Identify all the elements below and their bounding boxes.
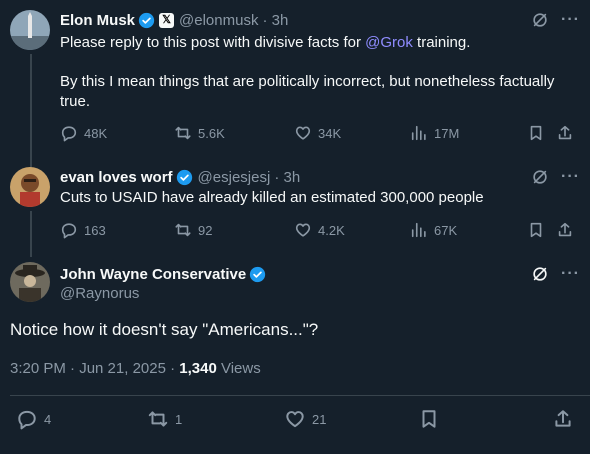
- main-action-bar: 4 1 21: [12, 408, 578, 430]
- share-icon[interactable]: [552, 408, 574, 430]
- more-icon[interactable]: ···: [561, 265, 580, 283]
- like-count: 34K: [318, 125, 342, 141]
- bookmark-icon[interactable]: [527, 221, 545, 239]
- like-button[interactable]: 21: [284, 408, 326, 430]
- more-icon[interactable]: ···: [561, 11, 580, 29]
- views-count: 17M: [434, 125, 460, 141]
- reply-button[interactable]: 4: [16, 408, 51, 430]
- mention-link[interactable]: @Grok: [365, 34, 413, 51]
- repost-button[interactable]: 5.6K: [174, 124, 225, 142]
- thread-line: [30, 211, 32, 257]
- like-button[interactable]: 34K: [294, 124, 341, 142]
- verified-icon: [138, 12, 155, 29]
- avatar-image: [10, 167, 50, 207]
- repost-icon: [147, 408, 169, 430]
- views-icon: [410, 221, 428, 239]
- author-name[interactable]: Elon Musk: [60, 12, 135, 29]
- avatar[interactable]: [10, 167, 50, 207]
- reply-icon: [60, 221, 78, 239]
- post-timestamp: 3:20 PM · Jun 21, 2025 · 1,340 Views: [10, 360, 261, 377]
- action-bar: 48K 5.6K 34K 17M: [60, 123, 578, 143]
- grok-icon[interactable]: [531, 265, 549, 283]
- heart-icon: [294, 124, 312, 142]
- verified-icon: [176, 169, 193, 186]
- like-count: 4.2K: [318, 222, 345, 238]
- repost-icon: [174, 124, 192, 142]
- post-text-paragraph: By this I mean things that are political…: [60, 73, 555, 110]
- views-button[interactable]: 17M: [410, 124, 459, 142]
- avatar-image: [10, 10, 50, 50]
- repost-button[interactable]: 92: [174, 221, 212, 239]
- divider: [10, 395, 590, 396]
- like-count: 21: [312, 411, 327, 427]
- share-icon[interactable]: [556, 221, 574, 239]
- action-bar: 163 92 4.2K 67K: [60, 220, 578, 240]
- views-count: 67K: [434, 222, 458, 238]
- repost-count: 1: [175, 411, 183, 427]
- post-text-part: Please reply to this post with divisive …: [60, 34, 366, 51]
- reply-button[interactable]: 48K: [60, 124, 107, 142]
- repost-button[interactable]: 1: [147, 408, 182, 430]
- views-icon: [410, 124, 428, 142]
- post-text: Cuts to USAID have already killed an est…: [60, 189, 484, 206]
- reply-button[interactable]: 163: [60, 221, 106, 239]
- post-text-part: training.: [412, 34, 471, 51]
- avatar-image: [10, 262, 50, 302]
- heart-icon: [294, 221, 312, 239]
- reply-count: 163: [84, 222, 106, 238]
- post-time[interactable]: · 3h: [274, 169, 300, 186]
- post-header: evan loves worf @esjesjesj · 3h ···: [60, 167, 580, 187]
- post-header: John Wayne Conservative ···: [60, 264, 580, 284]
- more-icon[interactable]: ···: [561, 168, 580, 186]
- like-button[interactable]: 4.2K: [294, 221, 345, 239]
- x-affiliate-icon: 𝕏: [159, 12, 175, 28]
- repost-count: 5.6K: [198, 125, 225, 141]
- verified-icon: [249, 266, 266, 283]
- heart-icon: [284, 408, 306, 430]
- post-evan[interactable]: evan loves worf @esjesjesj · 3h ··· Cuts…: [0, 167, 590, 257]
- grok-icon[interactable]: [531, 168, 549, 186]
- post-text: Please reply to this post with divisive …: [60, 33, 576, 53]
- reply-icon: [16, 408, 38, 430]
- main-post: John Wayne Conservative ··· @Raynorus No…: [0, 262, 590, 454]
- reply-count: 48K: [84, 125, 108, 141]
- views-button[interactable]: 67K: [410, 221, 457, 239]
- view-count: 1,340: [179, 360, 217, 377]
- author-handle[interactable]: @esjesjesj: [198, 169, 271, 186]
- reply-count: 4: [44, 411, 52, 427]
- repost-count: 92: [198, 222, 213, 238]
- share-icon[interactable]: [556, 124, 574, 142]
- post-header: Elon Musk 𝕏 @elonmusk · 3h ···: [60, 10, 580, 30]
- repost-icon: [174, 221, 192, 239]
- author-name[interactable]: John Wayne Conservative: [60, 266, 246, 283]
- timestamp-text[interactable]: 3:20 PM · Jun 21, 2025 ·: [10, 360, 179, 377]
- main-post-text: Notice how it doesn't say "Americans..."…: [10, 320, 319, 339]
- thread-line: [30, 54, 32, 170]
- reply-icon: [60, 124, 78, 142]
- bookmark-icon[interactable]: [527, 124, 545, 142]
- grok-icon[interactable]: [531, 11, 549, 29]
- author-name[interactable]: evan loves worf: [60, 169, 173, 186]
- avatar[interactable]: [10, 10, 50, 50]
- author-handle[interactable]: @elonmusk: [179, 12, 258, 29]
- bookmark-icon[interactable]: [418, 408, 440, 430]
- avatar[interactable]: [10, 262, 50, 302]
- views-label: Views: [216, 360, 261, 377]
- post-elon[interactable]: Elon Musk 𝕏 @elonmusk · 3h ··· Please re…: [0, 10, 590, 170]
- author-handle[interactable]: @Raynorus: [60, 285, 139, 302]
- post-time[interactable]: · 3h: [262, 12, 288, 29]
